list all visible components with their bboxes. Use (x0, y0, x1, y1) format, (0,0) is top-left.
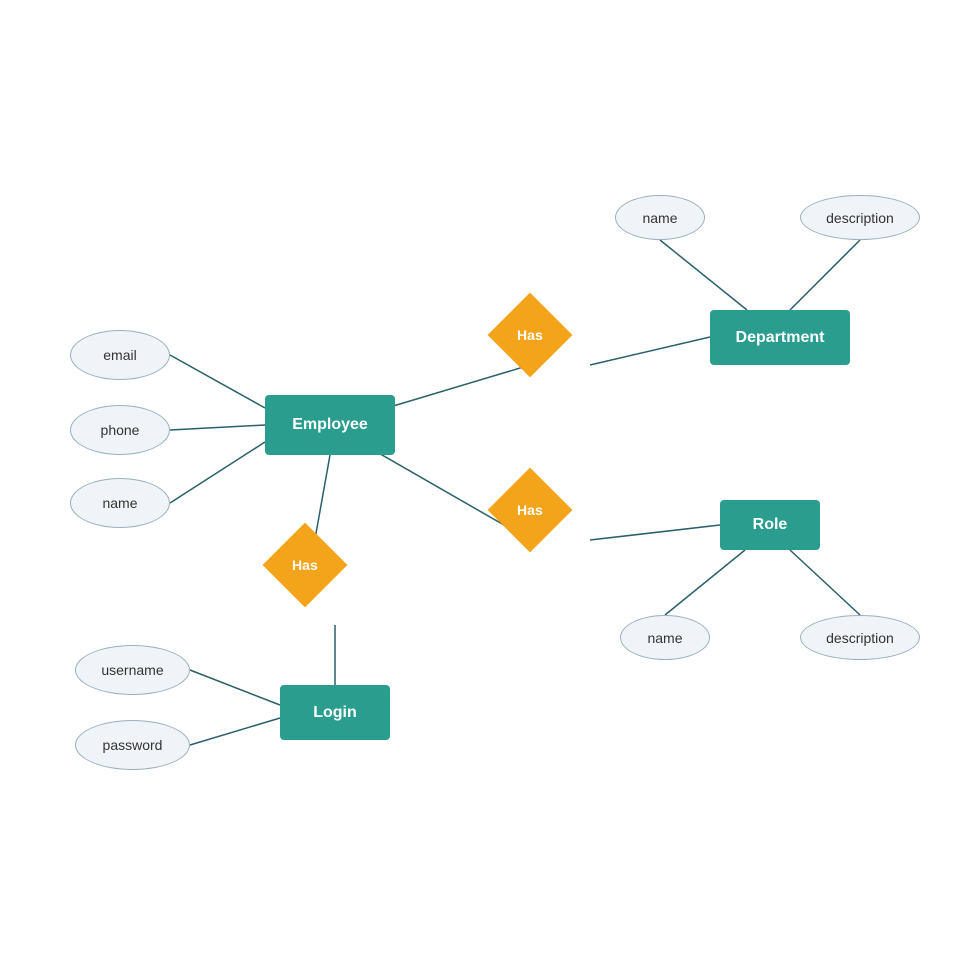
entity-login[interactable]: Login (280, 685, 390, 740)
relationship-has-department[interactable]: Has (488, 293, 573, 378)
entity-role[interactable]: Role (720, 500, 820, 550)
attribute-emp-phone: phone (70, 405, 170, 455)
entity-department[interactable]: Department (710, 310, 850, 365)
attribute-emp-email: email (70, 330, 170, 380)
relationship-has-login[interactable]: Has (263, 523, 348, 608)
attribute-login-password: password (75, 720, 190, 770)
er-diagram: Employee Department Role Login Has Has Has emai… (0, 0, 975, 975)
attribute-dept-name: name (615, 195, 705, 240)
entity-employee[interactable]: Employee (265, 395, 395, 455)
attribute-role-name: name (620, 615, 710, 660)
relationship-has-role[interactable]: Has (488, 468, 573, 553)
attribute-dept-desc: description (800, 195, 920, 240)
attribute-emp-name: name (70, 478, 170, 528)
attribute-role-desc: description (800, 615, 920, 660)
attribute-login-username: username (75, 645, 190, 695)
